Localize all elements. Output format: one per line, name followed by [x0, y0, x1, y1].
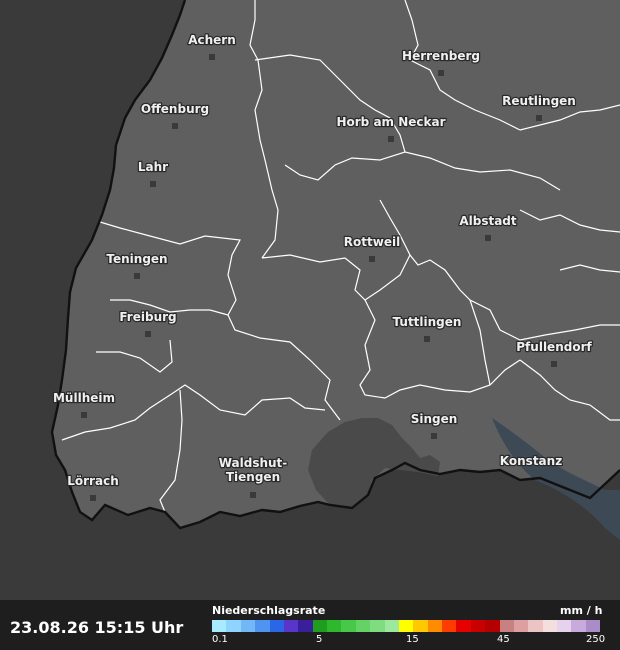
legend-swatch	[427, 620, 442, 632]
legend-swatch	[557, 620, 572, 632]
legend-swatch	[456, 620, 471, 632]
city-marker-freiburg	[145, 331, 151, 337]
city-label-herrenberg: Herrenberg	[402, 49, 480, 63]
legend-swatch	[226, 620, 241, 632]
legend-swatch	[255, 620, 270, 632]
legend-swatch	[355, 620, 371, 632]
city-marker-rottweil	[369, 256, 375, 262]
legend-swatch	[370, 620, 385, 632]
legend-swatch	[240, 620, 256, 632]
city-label-konstanz: Konstanz	[500, 454, 562, 468]
city-label-horb-am-neckar: Horb am Neckar	[336, 115, 445, 129]
city-label-pfullendorf: Pfullendorf	[516, 340, 592, 354]
legend-swatch	[312, 620, 327, 632]
city-marker-m-llheim	[81, 412, 87, 418]
city-label-freiburg: Freiburg	[119, 310, 176, 324]
city-label-teningen: Teningen	[106, 252, 167, 266]
legend-color-bar	[212, 620, 601, 632]
city-label-waldshut-tiengen: Waldshut-Tiengen	[219, 456, 288, 484]
legend-tick-label: 250	[586, 634, 606, 645]
city-marker-lahr	[150, 181, 156, 187]
city-marker-singen	[431, 433, 437, 439]
legend-swatch	[485, 620, 500, 632]
footer-bar: 23.08.26 15:15 Uhr Niederschlagsrate mm …	[0, 600, 620, 650]
legend-swatch	[585, 620, 601, 632]
city-marker-albstadt	[485, 235, 491, 241]
city-marker-reutlingen	[536, 115, 542, 121]
city-marker-pfullendorf	[551, 361, 557, 367]
city-label-rottweil: Rottweil	[344, 235, 400, 249]
city-marker-herrenberg	[438, 70, 444, 76]
legend-swatch	[528, 620, 543, 632]
city-marker-l-rrach	[90, 495, 96, 501]
legend-swatch	[413, 620, 428, 632]
legend-tick-label: 5	[316, 634, 323, 645]
legend-swatch	[298, 620, 313, 632]
city-label-reutlingen: Reutlingen	[502, 94, 576, 108]
radar-map[interactable]: Achern Herrenberg Offenburg Reutlingen Horb …	[0, 0, 620, 600]
city-marker-teningen	[134, 273, 140, 279]
legend-swatch	[341, 620, 356, 632]
city-label-singen: Singen	[411, 412, 458, 426]
legend-tick-label: 45	[497, 634, 510, 645]
city-label-tuttlingen: Tuttlingen	[393, 315, 462, 329]
city-marker-horb-am-neckar	[388, 136, 394, 142]
legend-swatch	[442, 620, 457, 632]
city-label-l-rrach: Lörrach	[67, 474, 118, 488]
city-marker-waldshut-tiengen	[250, 492, 256, 498]
city-marker-tuttlingen	[424, 336, 430, 342]
city-label-offenburg: Offenburg	[141, 102, 209, 116]
legend-tick-label: 0.1	[212, 634, 228, 645]
timestamp: 23.08.26 15:15 Uhr	[10, 618, 184, 637]
legend-swatch	[327, 620, 342, 632]
legend-tick-label: 15	[406, 634, 419, 645]
city-marker-achern	[209, 54, 215, 60]
legend-swatch	[499, 620, 514, 632]
legend-swatch	[283, 620, 299, 632]
legend-swatch	[513, 620, 529, 632]
legend-swatch	[571, 620, 586, 632]
legend-title: Niederschlagsrate	[212, 604, 326, 617]
legend-swatch	[269, 620, 284, 632]
city-marker-offenburg	[172, 123, 178, 129]
legend-swatch	[398, 620, 414, 632]
city-label-lahr: Lahr	[138, 160, 168, 174]
legend-swatch	[470, 620, 486, 632]
legend-unit: mm / h	[560, 604, 603, 617]
legend-swatch	[542, 620, 557, 632]
city-label-m-llheim: Müllheim	[53, 391, 115, 405]
city-label-albstadt: Albstadt	[459, 214, 517, 228]
legend-swatch	[212, 620, 227, 632]
city-label-achern: Achern	[188, 33, 236, 47]
legend-swatch	[384, 620, 399, 632]
